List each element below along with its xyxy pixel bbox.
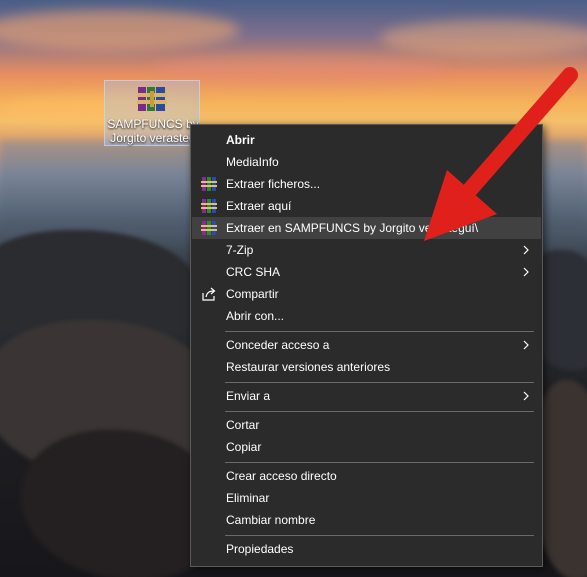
menu-item-extraer-en-carpeta[interactable]: Extraer en SAMPFUNCS by Jorgito verasteg… xyxy=(192,217,541,239)
menu-item-extraer-ficheros[interactable]: Extraer ficheros... xyxy=(192,173,541,195)
desktop-file-label: SAMPFUNCS by Jorgito verasteg xyxy=(105,117,201,147)
menu-item-label: Abrir xyxy=(226,133,255,147)
menu-item-label: Copiar xyxy=(226,440,262,454)
desktop-file-icon[interactable]: SAMPFUNCS by Jorgito verasteg xyxy=(104,80,200,146)
menu-item-abrir-con[interactable]: Abrir con... xyxy=(192,305,541,327)
winrar-archive-icon xyxy=(137,87,167,111)
winrar-icon xyxy=(201,221,217,235)
menu-item-crear-acceso-directo[interactable]: Crear acceso directo xyxy=(192,465,541,487)
chevron-right-icon xyxy=(523,267,529,277)
menu-item-label: MediaInfo xyxy=(226,155,279,169)
menu-separator xyxy=(225,535,534,536)
menu-item-label: Compartir xyxy=(226,287,279,301)
menu-item-label: Cambiar nombre xyxy=(226,513,316,527)
menu-item-7zip[interactable]: 7-Zip xyxy=(192,239,541,261)
menu-item-label: Extraer aquí xyxy=(226,199,292,213)
menu-item-abrir[interactable]: Abrir xyxy=(192,129,541,151)
context-menu: Abrir MediaInfo Extraer ficheros... Extr… xyxy=(190,124,543,567)
desktop-file-label-line1: SAMPFUNCS by xyxy=(107,117,199,131)
menu-item-eliminar[interactable]: Eliminar xyxy=(192,487,541,509)
menu-item-enviar-a[interactable]: Enviar a xyxy=(192,385,541,407)
menu-item-cambiar-nombre[interactable]: Cambiar nombre xyxy=(192,509,541,531)
menu-item-label: Eliminar xyxy=(226,491,270,505)
menu-separator xyxy=(225,462,534,463)
menu-item-crc-sha[interactable]: CRC SHA xyxy=(192,261,541,283)
wallpaper-cloud xyxy=(150,55,450,83)
wallpaper-cloud xyxy=(0,10,240,50)
menu-item-mediainfo[interactable]: MediaInfo xyxy=(192,151,541,173)
menu-item-label: Extraer ficheros... xyxy=(226,177,321,191)
menu-item-label: Enviar a xyxy=(226,389,271,403)
menu-item-label: 7-Zip xyxy=(226,243,254,257)
menu-item-compartir[interactable]: Compartir xyxy=(192,283,541,305)
menu-item-label: Cortar xyxy=(226,418,260,432)
menu-item-conceder-acceso[interactable]: Conceder acceso a xyxy=(192,334,541,356)
menu-item-label: Extraer en SAMPFUNCS by Jorgito verasteg… xyxy=(226,221,479,235)
menu-item-label: Abrir con... xyxy=(226,309,285,323)
menu-item-cortar[interactable]: Cortar xyxy=(192,414,541,436)
share-icon xyxy=(202,287,216,301)
menu-item-propiedades[interactable]: Propiedades xyxy=(192,538,541,560)
menu-item-label: Restaurar versiones anteriores xyxy=(226,360,391,374)
menu-item-label: CRC SHA xyxy=(226,265,281,279)
wallpaper-cloud xyxy=(380,20,587,56)
chevron-right-icon xyxy=(523,245,529,255)
menu-item-label: Conceder acceso a xyxy=(226,338,330,352)
winrar-icon xyxy=(201,199,217,213)
menu-item-copiar[interactable]: Copiar xyxy=(192,436,541,458)
menu-item-label: Propiedades xyxy=(226,542,294,556)
menu-item-restaurar-versiones[interactable]: Restaurar versiones anteriores xyxy=(192,356,541,378)
menu-separator xyxy=(225,382,534,383)
desktop-file-label-line2: Jorgito verasteg xyxy=(110,131,196,145)
menu-item-label: Crear acceso directo xyxy=(226,469,337,483)
chevron-right-icon xyxy=(523,391,529,401)
menu-separator xyxy=(225,411,534,412)
menu-separator xyxy=(225,331,534,332)
chevron-right-icon xyxy=(523,340,529,350)
winrar-icon xyxy=(201,177,217,191)
menu-item-extraer-aqui[interactable]: Extraer aquí xyxy=(192,195,541,217)
